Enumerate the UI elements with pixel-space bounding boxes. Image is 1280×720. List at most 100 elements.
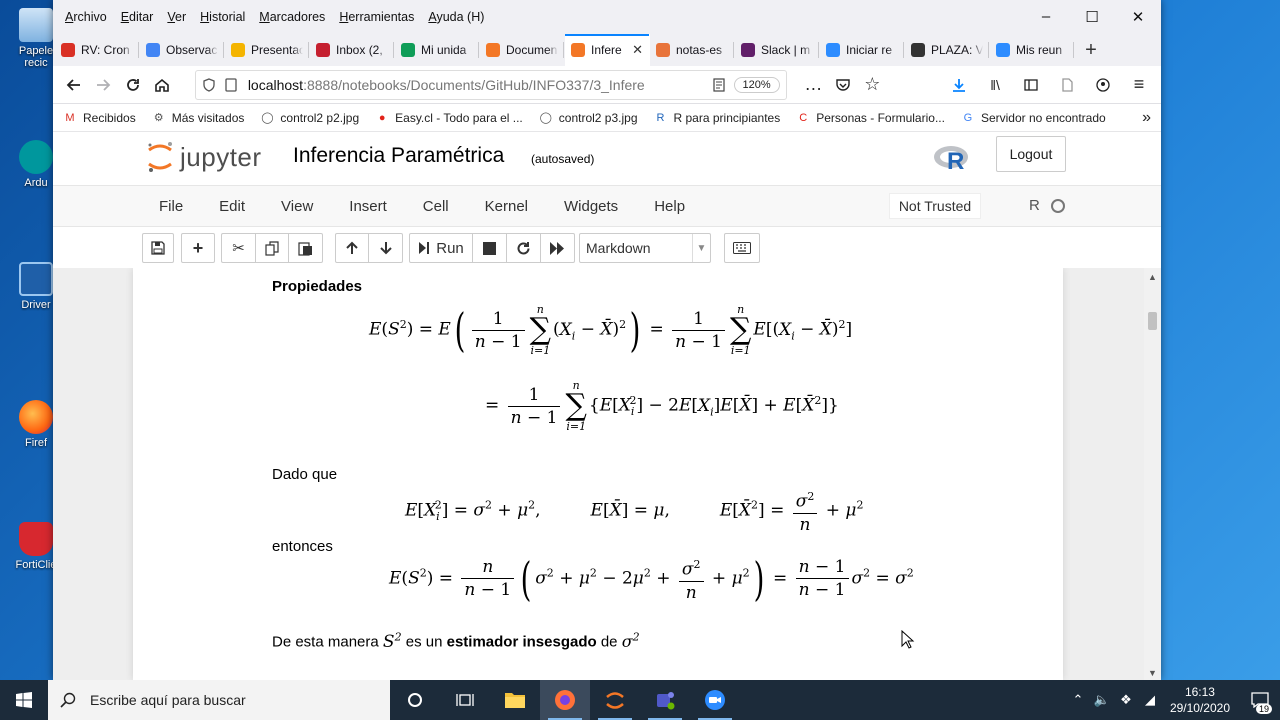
bookmark-5[interactable]: R R para principiantes <box>654 111 781 125</box>
tab-7[interactable]: notas-es <box>650 34 735 66</box>
page-info-icon[interactable] <box>224 77 238 92</box>
tab-3[interactable]: Inbox (2, <box>310 34 395 66</box>
scroll-down-icon[interactable]: ▼ <box>1144 668 1161 678</box>
library-button[interactable]: ‖\ <box>979 70 1011 100</box>
jupyter-menu-edit[interactable]: Edit <box>201 198 263 215</box>
volume-icon[interactable]: 🔈 <box>1090 692 1114 708</box>
start-button[interactable] <box>0 680 48 720</box>
run-button[interactable]: Run <box>409 233 473 263</box>
taskbar-firefox[interactable] <box>540 680 590 720</box>
notebook-title[interactable]: Inferencia Paramétrica <box>293 144 504 168</box>
tab-1[interactable]: Observac <box>140 34 225 66</box>
jupyter-menu-view[interactable]: View <box>263 198 331 215</box>
tab-6[interactable]: Infere ✕ <box>565 34 650 66</box>
taskbar-jupyter[interactable] <box>590 680 640 720</box>
menu-marcadores[interactable]: Marcadores <box>252 10 332 24</box>
tab-9[interactable]: Iniciar re <box>820 34 905 66</box>
page-actions-button[interactable]: … <box>799 70 828 100</box>
cell-type-select[interactable]: Markdown ▼ <box>579 233 711 263</box>
bookmark-4[interactable]: ◯ control2 p3.jpg <box>539 111 638 125</box>
paste-button[interactable] <box>289 233 323 263</box>
interrupt-button[interactable] <box>473 233 507 263</box>
scroll-up-icon[interactable]: ▲ <box>1144 272 1161 282</box>
tab-8[interactable]: Slack | m <box>735 34 820 66</box>
autosave-status: (autosaved) <box>531 152 595 166</box>
home-button[interactable] <box>147 70 176 100</box>
jupyter-menu-widgets[interactable]: Widgets <box>546 198 636 215</box>
tab-11[interactable]: Mis reun <box>990 34 1075 66</box>
tab-10[interactable]: PLAZA: V <box>905 34 990 66</box>
maximize-icon[interactable]: ☐ <box>1069 8 1115 26</box>
wifi-icon[interactable]: ◢ <box>1138 692 1162 708</box>
taskbar-zoom[interactable] <box>690 680 740 720</box>
sidebar-button[interactable] <box>1015 70 1047 100</box>
clock[interactable]: 16:13 29/10/2020 <box>1170 684 1230 716</box>
save-button[interactable] <box>142 233 174 263</box>
forward-button[interactable] <box>88 70 117 100</box>
tab-close-icon[interactable]: ✕ <box>632 42 643 58</box>
tab-5[interactable]: Documen <box>480 34 565 66</box>
equation-unbiased-result: E(S2) = nn − 1(σ2 + μ2 − 2μ2 + σ2 n + μ2)… <box>389 551 914 606</box>
jupyter-logo[interactable]: jupyter <box>146 140 262 174</box>
bookmark-3[interactable]: ● Easy.cl - Todo para el ... <box>375 111 523 125</box>
menu-herramientas[interactable]: Herramientas <box>332 10 421 24</box>
taskbar-search[interactable]: Escribe aquí para buscar <box>48 680 390 720</box>
minimize-icon[interactable]: – <box>1023 8 1069 26</box>
menu-ayuda[interactable]: Ayuda (H) <box>421 10 491 24</box>
chevron-right-icon[interactable]: » <box>1142 109 1151 127</box>
cortana-button[interactable] <box>390 680 440 720</box>
menu-archivo[interactable]: Archivo <box>58 10 114 24</box>
extension-button[interactable] <box>1051 70 1083 100</box>
scrollbar-thumb[interactable] <box>1148 312 1157 330</box>
shield-icon[interactable] <box>202 77 216 92</box>
copy-button[interactable] <box>255 233 289 263</box>
task-view-button[interactable] <box>440 680 490 720</box>
taskbar-file-explorer[interactable] <box>490 680 540 720</box>
pocket-button[interactable] <box>828 70 857 100</box>
new-tab-button[interactable]: + <box>1075 34 1107 66</box>
cut-button[interactable]: ✂ <box>221 233 255 263</box>
tab-0[interactable]: RV: Cron <box>55 34 140 66</box>
bookmark-0[interactable]: M Recibidos <box>63 111 135 125</box>
bookmark-2[interactable]: ◯ control2 p2.jpg <box>260 111 359 125</box>
jupyter-menu-cell[interactable]: Cell <box>405 198 467 215</box>
insert-cell-button[interactable]: + <box>181 233 215 263</box>
reader-view-icon[interactable] <box>712 77 726 92</box>
jupyter-menu-kernel[interactable]: Kernel <box>467 198 546 215</box>
vertical-scrollbar[interactable]: ▲ ▼ <box>1144 268 1161 680</box>
downloads-button[interactable] <box>943 70 975 100</box>
restart-button[interactable] <box>507 233 541 263</box>
tab-4[interactable]: Mi unida <box>395 34 480 66</box>
pocket-icon <box>836 78 850 91</box>
logout-button[interactable]: Logout <box>996 136 1066 172</box>
menu-historial[interactable]: Historial <box>193 10 252 24</box>
arduino-icon <box>19 140 53 174</box>
restart-run-all-button[interactable] <box>541 233 575 263</box>
taskbar-teams[interactable] <box>640 680 690 720</box>
menu-editar[interactable]: Editar <box>114 10 161 24</box>
tab-2[interactable]: Presentac <box>225 34 310 66</box>
command-palette-button[interactable] <box>724 233 760 263</box>
move-up-button[interactable] <box>335 233 369 263</box>
url-bar[interactable]: localhost:8888/notebooks/Documents/GitHu… <box>194 69 787 100</box>
zoom-indicator[interactable]: 120% <box>733 76 780 93</box>
close-icon[interactable]: ✕ <box>1115 8 1161 26</box>
back-button[interactable] <box>59 70 88 100</box>
jupyter-menu-insert[interactable]: Insert <box>331 198 405 215</box>
action-center-button[interactable]: 19 <box>1240 680 1280 720</box>
dropbox-icon[interactable]: ❖ <box>1114 692 1138 708</box>
paste-icon <box>298 241 312 256</box>
bookmark-star-button[interactable]: ☆ <box>858 70 887 100</box>
app-menu-button[interactable]: ≡ <box>1123 70 1155 100</box>
not-trusted-indicator[interactable]: Not Trusted <box>889 193 981 219</box>
reload-button[interactable] <box>118 70 147 100</box>
account-button[interactable] <box>1087 70 1119 100</box>
move-down-button[interactable] <box>369 233 403 263</box>
bookmark-1[interactable]: ⚙ Más visitados <box>152 111 245 125</box>
chevron-up-icon[interactable]: ⌃ <box>1066 692 1090 708</box>
jupyter-menu-help[interactable]: Help <box>636 198 703 215</box>
jupyter-menu-file[interactable]: File <box>141 198 201 215</box>
bookmark-7[interactable]: G Servidor no encontrado <box>961 111 1106 125</box>
bookmark-6[interactable]: C Personas - Formulario... <box>796 111 945 125</box>
menu-ver[interactable]: Ver <box>160 10 193 24</box>
